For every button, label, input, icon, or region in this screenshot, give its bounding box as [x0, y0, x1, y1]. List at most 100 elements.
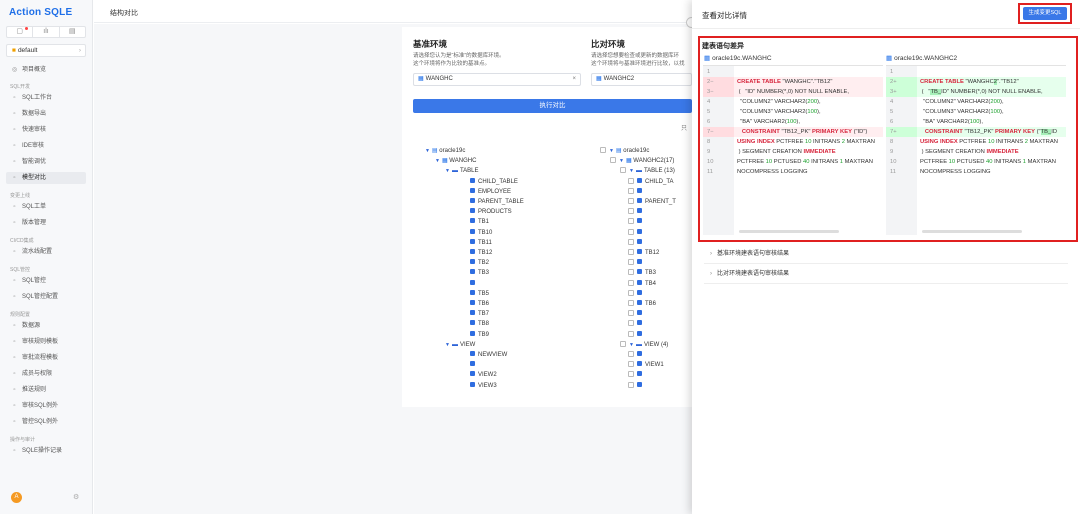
caret-down-icon[interactable]: ▼	[435, 158, 440, 164]
checkbox[interactable]	[628, 351, 634, 357]
table-node[interactable]	[628, 238, 645, 248]
checkbox[interactable]	[620, 340, 626, 347]
table-node[interactable]: TB7	[470, 310, 489, 319]
table-node[interactable]	[628, 208, 645, 217]
settings-icon[interactable]: ⚙	[73, 493, 79, 501]
tree-node[interactable]: ▼ ▬ TABLE	[445, 167, 479, 176]
view-node[interactable]: VIEW3	[470, 381, 497, 391]
checkbox[interactable]	[628, 361, 634, 368]
sidebar-item[interactable]: ▫ 审核规则模板	[6, 336, 86, 348]
table-node[interactable]: TB12	[628, 249, 659, 258]
checkbox[interactable]	[610, 157, 616, 164]
sidebar-item[interactable]: ▫ 模型对比	[6, 172, 86, 184]
table-node[interactable]: PRODUCTS	[470, 208, 512, 217]
tree-node[interactable]: ▼ ▤ oracle19c	[600, 147, 649, 156]
table-node[interactable]: TB4	[628, 279, 656, 289]
view-node[interactable]: VIEW2	[470, 371, 497, 380]
table-node[interactable]	[628, 228, 645, 238]
checkbox[interactable]	[628, 249, 634, 255]
checkbox[interactable]	[628, 177, 634, 184]
caret-down-icon[interactable]: ▼	[619, 158, 624, 164]
sidebar-item[interactable]: ▫ SQL管控配置	[6, 291, 86, 303]
checkbox[interactable]	[628, 218, 634, 225]
sidebar-item[interactable]: ▫ SQL工作台	[6, 92, 86, 104]
checkbox[interactable]	[628, 259, 634, 266]
checkbox[interactable]	[628, 371, 634, 378]
checkbox[interactable]	[628, 320, 634, 327]
generate-sql-button[interactable]: 生成变更SQL	[1023, 7, 1067, 20]
sidebar-item[interactable]: ▫ IDE审核	[6, 140, 86, 152]
sidebar-item[interactable]: ▫ SQL管控	[6, 275, 86, 287]
table-node[interactable]: TB5	[470, 289, 489, 299]
checkbox[interactable]	[628, 208, 634, 215]
checkbox[interactable]	[628, 228, 634, 235]
sidebar-item[interactable]: ▫ 审批流程模板	[6, 352, 86, 364]
tab-home[interactable]: ▢	[7, 27, 34, 37]
table-node[interactable]: TB3	[628, 269, 656, 278]
checkbox[interactable]	[628, 300, 634, 306]
sidebar-item[interactable]: ▫ SQL工单	[6, 201, 86, 213]
table-node[interactable]: TB6	[628, 300, 656, 309]
checkbox[interactable]	[628, 238, 634, 245]
sidebar-item[interactable]: ▫ 快速审核	[6, 124, 86, 136]
sidebar-item-overview[interactable]: ◎ 项目概览	[6, 64, 86, 76]
table-node[interactable]: TB3	[470, 269, 489, 278]
sidebar-item[interactable]: ▫ 成员与权限	[6, 368, 86, 380]
tree-node[interactable]: ▼ ▦ WANGHC2(17)	[610, 157, 674, 166]
table-node[interactable]: TB6	[470, 300, 489, 309]
table-node[interactable]	[628, 330, 645, 340]
table-node[interactable]: TB12	[470, 249, 492, 258]
table-node[interactable]: PARENT_T	[628, 198, 676, 207]
checkbox[interactable]	[628, 310, 634, 317]
table-node[interactable]	[628, 320, 645, 329]
table-node[interactable]: TB11	[470, 238, 492, 248]
compare-audit-accordion[interactable]: › 比对环境建表语句审核结果	[704, 265, 1068, 284]
table-node[interactable]: TB1	[470, 218, 489, 227]
tree-node[interactable]: ▼ ▬ VIEW (4)	[620, 340, 668, 350]
right-diff-pane[interactable]: 1 2+ CREATE TABLE "WANGHC2"."TB12" 3+ ( "…	[886, 65, 1066, 235]
table-node[interactable]	[628, 259, 645, 268]
checkbox[interactable]	[628, 289, 634, 296]
table-node[interactable]	[628, 310, 645, 319]
table-node[interactable]: CHILD_TA	[628, 177, 674, 187]
view-node[interactable]: VIEW1	[628, 361, 664, 370]
tree-node[interactable]: ▼ ▦ WANGHC	[435, 157, 476, 166]
table-node[interactable]: TB9	[470, 330, 489, 340]
run-compare-button[interactable]: 执行对比	[413, 99, 692, 113]
checkbox[interactable]	[628, 198, 634, 204]
table-node[interactable]	[628, 289, 645, 299]
sidebar-item[interactable]: ▫ 数据源	[6, 320, 86, 332]
table-node[interactable]: EMPLOYEE	[470, 187, 511, 197]
sidebar-item[interactable]: ▫ 审核SQL例外	[6, 400, 86, 412]
caret-down-icon[interactable]: ▼	[445, 342, 450, 348]
sidebar-item[interactable]: ▫ 流水线配置	[6, 246, 86, 258]
sidebar-item[interactable]: ▫ 推送规则	[6, 384, 86, 396]
tree-node[interactable]: ▼ ▬ TABLE (13)	[620, 167, 675, 176]
datasource-selector[interactable]: ■ default ›	[6, 44, 86, 57]
tree-node[interactable]: ▼ ▬ VIEW	[445, 341, 475, 350]
view-node[interactable]	[628, 351, 645, 360]
view-node[interactable]: NEWVIEW	[470, 351, 507, 360]
caret-down-icon[interactable]: ▼	[609, 148, 614, 154]
filter-toggle[interactable]: 只	[681, 123, 687, 132]
table-node[interactable]: TB8	[470, 320, 489, 329]
checkbox[interactable]	[628, 279, 634, 286]
checkbox[interactable]	[628, 330, 634, 337]
compare-env-select[interactable]: ▦ WANGHC2	[591, 73, 692, 86]
sidebar-item[interactable]: ▫ 版本管理	[6, 217, 86, 229]
checkbox[interactable]	[620, 167, 626, 174]
tab-list[interactable]: ▤	[60, 27, 85, 37]
tab-chart[interactable]: ılı	[33, 27, 60, 37]
caret-down-icon[interactable]: ▼	[629, 168, 634, 174]
horizontal-scrollbar[interactable]	[739, 230, 839, 233]
base-env-select[interactable]: ▦ WANGHC ×	[413, 73, 581, 86]
caret-down-icon[interactable]: ▼	[629, 342, 634, 348]
caret-down-icon[interactable]: ▼	[425, 148, 430, 154]
checkbox[interactable]	[600, 147, 606, 153]
table-node[interactable]: CHILD_TABLE	[470, 177, 518, 187]
sidebar-item[interactable]: ▫ 数据导出	[6, 108, 86, 120]
checkbox[interactable]	[628, 381, 634, 388]
sidebar-item[interactable]: ▫ 管控SQL例外	[6, 416, 86, 428]
view-node[interactable]	[628, 371, 645, 380]
table-node[interactable]: PARENT_TABLE	[470, 198, 524, 207]
